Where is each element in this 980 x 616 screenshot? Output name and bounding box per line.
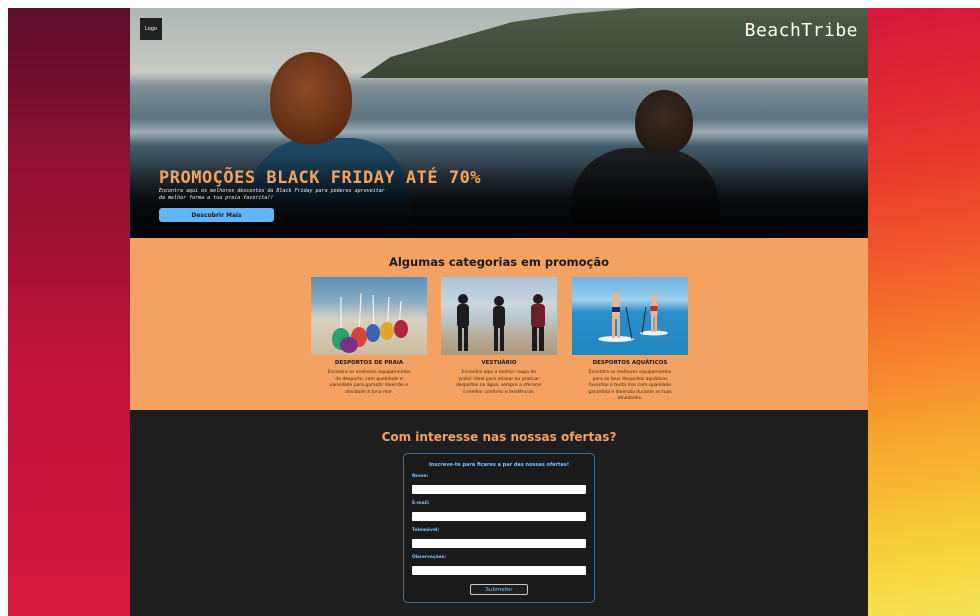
category-card-beach-sports[interactable]: DESPORTOS DE PRAIA Encontra os melhores …	[311, 277, 427, 396]
categories-section: Algumas categorias em promoção DESPORTOS…	[130, 238, 868, 410]
name-label: Nome:	[412, 474, 429, 479]
beach-sports-image	[311, 277, 427, 355]
website: Logo BeachTribe PROMOÇÕES BLACK FRIDAY A…	[130, 8, 868, 616]
clothing-image	[441, 277, 557, 355]
email-input[interactable]	[412, 512, 586, 521]
hero-title: PROMOÇÕES BLACK FRIDAY ATÉ 70%	[159, 168, 482, 188]
water-sports-image	[572, 277, 688, 355]
email-label: E-mail:	[412, 501, 430, 506]
beach-sports-title: DESPORTOS DE PRAIA	[334, 360, 404, 366]
clothing-title: VESTUÁRIO	[481, 360, 517, 366]
signup-form: Inscreve-te para ficares a par das nossa…	[403, 453, 595, 603]
name-input[interactable]	[412, 485, 586, 494]
phone-input[interactable]	[412, 539, 586, 548]
category-card-clothing[interactable]: VESTUÁRIO Encontra aqui a melhor roupa d…	[441, 277, 557, 396]
water-sports-title: DESPORTOS AQUÁTICOS	[592, 360, 668, 366]
submit-button[interactable]: Submeter	[470, 584, 528, 595]
beach-sports-description: Encontra os melhores equipamentos de des…	[327, 370, 411, 395]
phone-label: Telemóvel:	[412, 528, 440, 533]
discover-more-button[interactable]: Descobrir Mais	[159, 208, 274, 222]
hero-surf	[130, 118, 868, 146]
hero-section: Logo BeachTribe PROMOÇÕES BLACK FRIDAY A…	[130, 8, 868, 238]
logo[interactable]: Logo	[140, 18, 162, 40]
notes-label: Observações:	[412, 555, 447, 560]
hero-subtitle: Encontra aqui os melhores descontos da B…	[159, 188, 385, 201]
offers-title: Com interesse nas nossas ofertas?	[381, 430, 617, 444]
category-card-water-sports[interactable]: DESPORTOS AQUÁTICOS Encontra os melhores…	[572, 277, 688, 403]
clothing-description: Encontra aqui a melhor roupa de praia! I…	[455, 370, 543, 395]
background-right-panel	[868, 8, 980, 616]
form-heading: Inscreve-te para ficares a par das nossa…	[428, 462, 570, 468]
categories-title: Algumas categorias em promoção	[388, 255, 610, 269]
offers-section: Com interesse nas nossas ofertas? Inscre…	[130, 410, 868, 616]
water-sports-description: Encontra os melhores equipamentos para o…	[588, 370, 672, 401]
brand-name[interactable]: BeachTribe	[745, 20, 858, 41]
hero-person-left-head	[270, 52, 352, 144]
background-left-panel	[8, 8, 130, 616]
hero-person-right-head	[635, 90, 693, 154]
notes-input[interactable]	[412, 566, 586, 575]
hero-hill	[360, 8, 868, 78]
